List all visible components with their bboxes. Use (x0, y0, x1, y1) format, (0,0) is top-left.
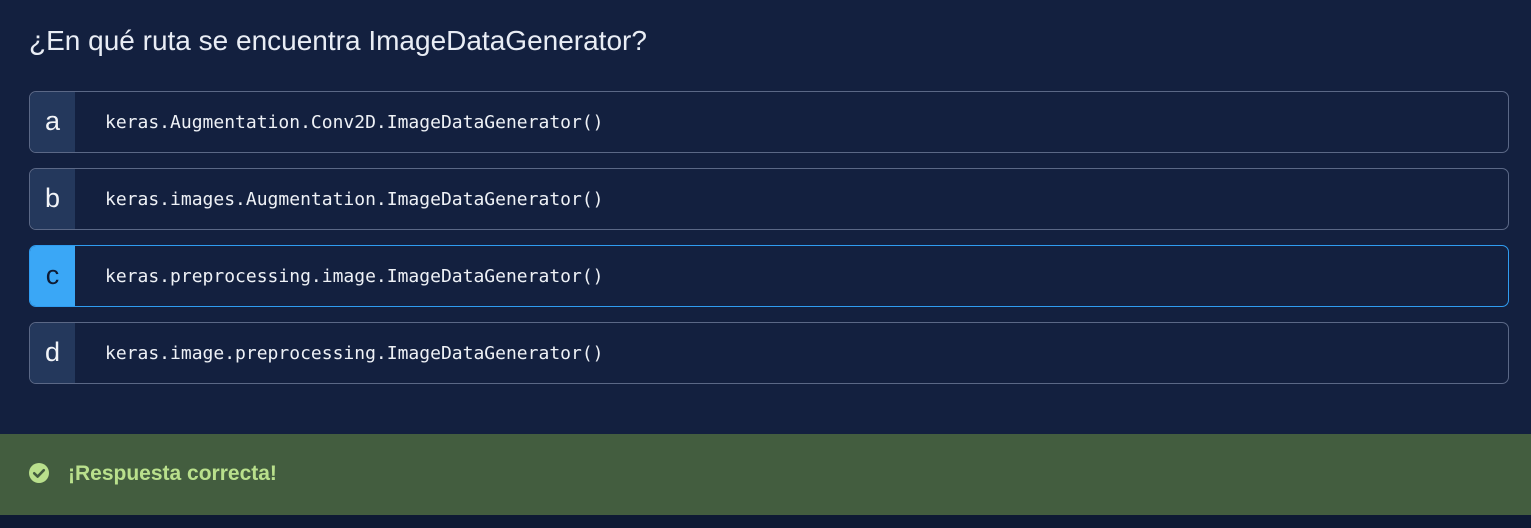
option-a[interactable]: a keras.Augmentation.Conv2D.ImageDataGen… (29, 91, 1509, 153)
option-d[interactable]: d keras.image.preprocessing.ImageDataGen… (29, 322, 1509, 384)
option-code: keras.Augmentation.Conv2D.ImageDataGener… (105, 111, 604, 133)
feedback-banner: ¡Respuesta correcta! (0, 434, 1531, 515)
answer-options-list: a keras.Augmentation.Conv2D.ImageDataGen… (29, 91, 1509, 399)
option-letter: b (30, 169, 75, 229)
option-letter: d (30, 323, 75, 383)
option-code: keras.preprocessing.image.ImageDataGener… (105, 265, 604, 287)
option-code: keras.image.preprocessing.ImageDataGener… (105, 342, 604, 364)
option-c[interactable]: c keras.preprocessing.image.ImageDataGen… (29, 245, 1509, 307)
option-letter: c (30, 246, 75, 306)
question-title: ¿En qué ruta se encuentra ImageDataGener… (29, 25, 647, 56)
bottom-divider (0, 515, 1531, 528)
feedback-message: ¡Respuesta correcta! (68, 462, 277, 485)
option-letter: a (30, 92, 75, 152)
option-b[interactable]: b keras.images.Augmentation.ImageDataGen… (29, 168, 1509, 230)
check-circle-icon (29, 463, 49, 483)
option-code: keras.images.Augmentation.ImageDataGener… (105, 188, 604, 210)
